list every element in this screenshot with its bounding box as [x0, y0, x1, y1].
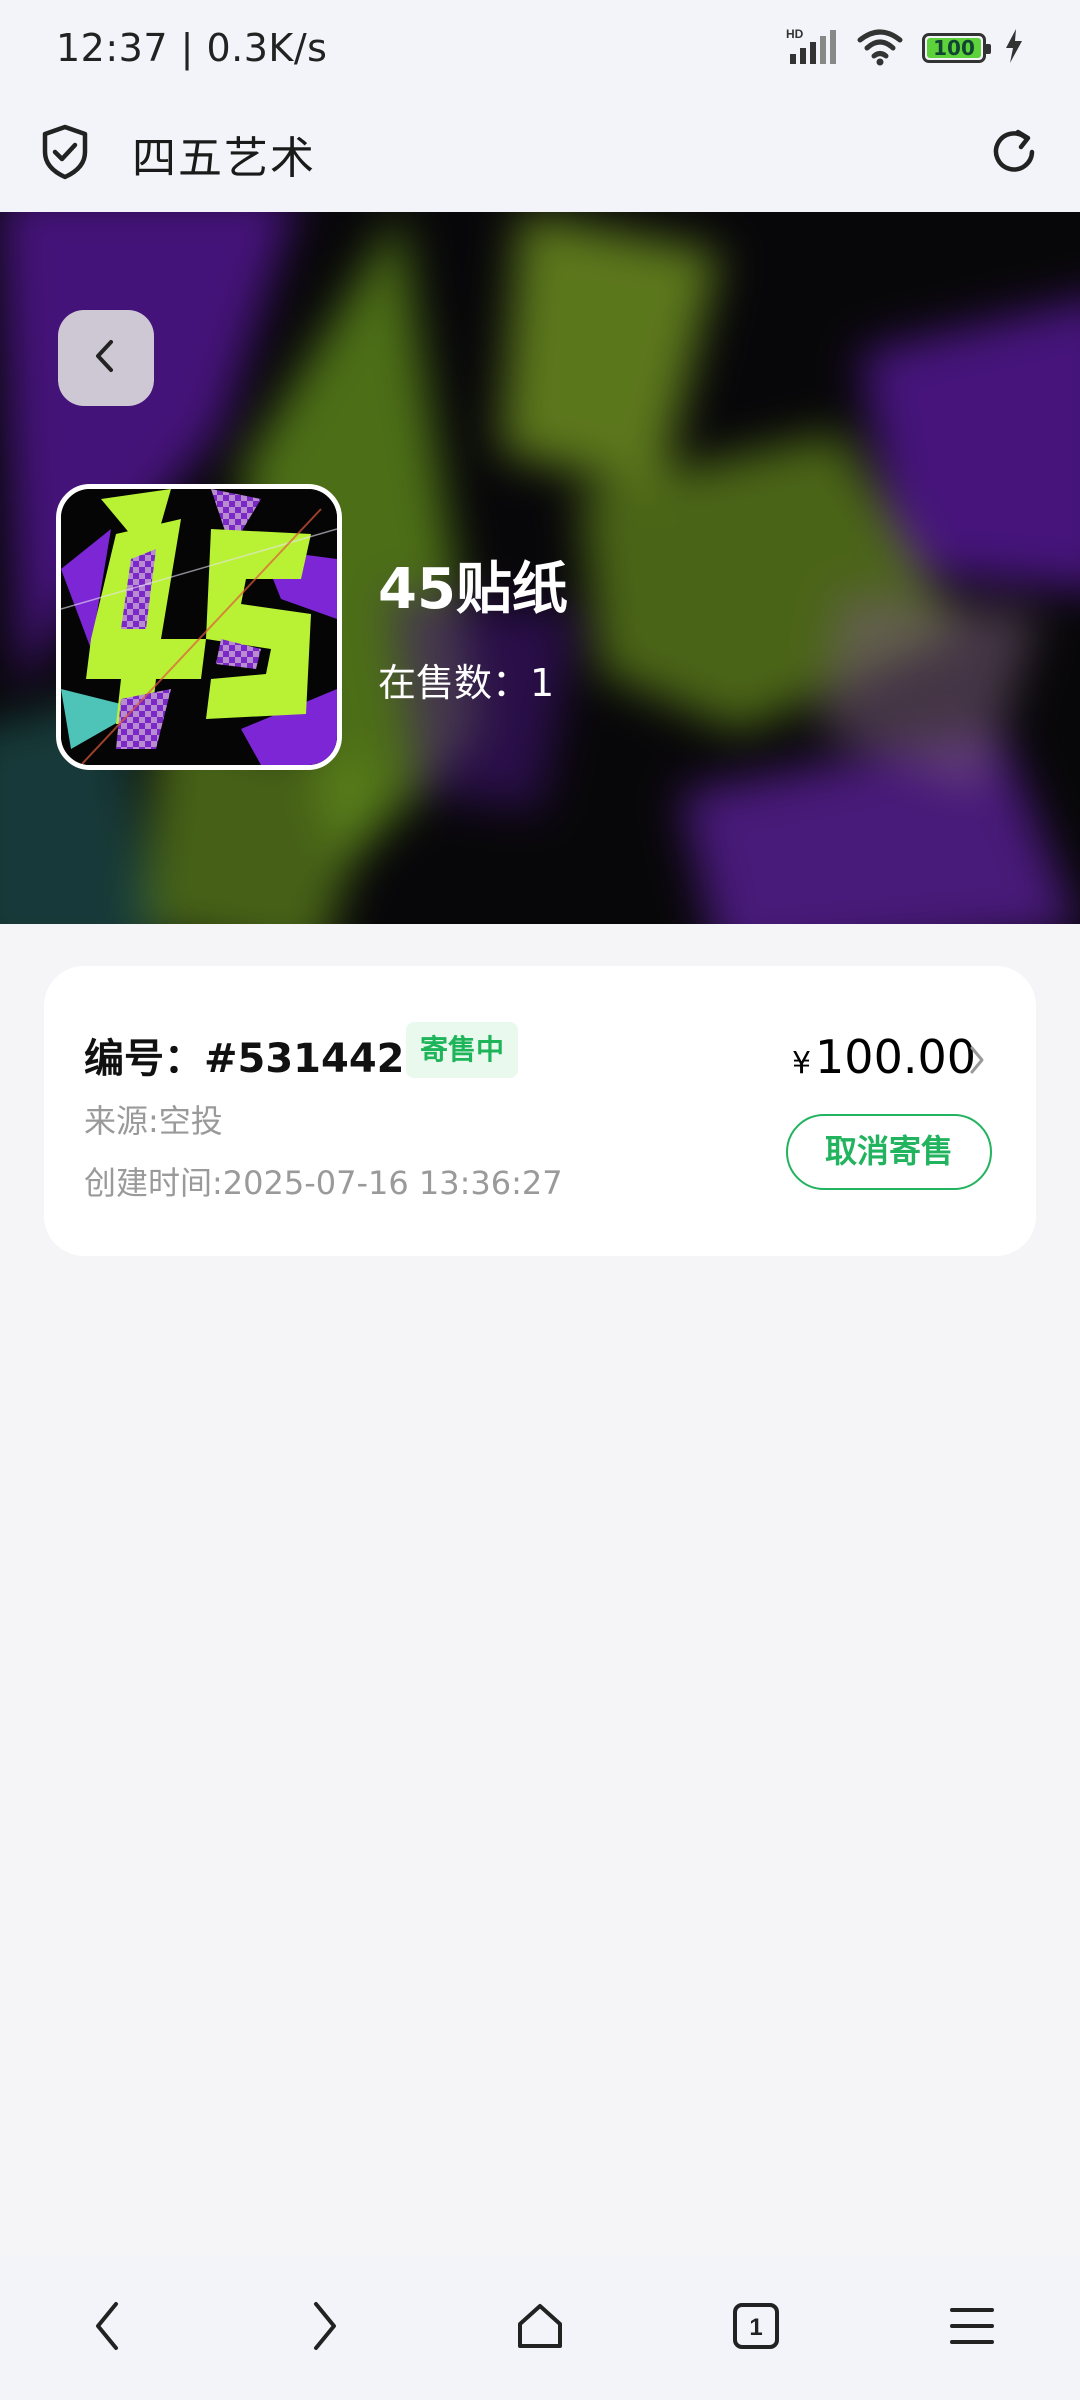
chevron-left-icon — [86, 336, 126, 380]
status-bar: 12:37 | 0.3K/s HD 100 — [0, 0, 1080, 96]
cancel-consignment-button[interactable]: 取消寄售 — [786, 1114, 992, 1190]
nav-tabs-button[interactable]: 1 — [706, 2278, 806, 2378]
page-title: 四五艺术 — [132, 133, 316, 184]
hd-signal-icon: HD — [786, 26, 838, 70]
back-icon — [88, 2298, 128, 2358]
wifi-icon — [856, 26, 904, 70]
bottom-nav: 1 — [0, 2256, 1080, 2400]
charging-icon — [1004, 29, 1024, 67]
nav-back-button[interactable] — [58, 2278, 158, 2378]
listing-id: 编号：#5314426 — [84, 1036, 433, 1082]
status-icons: HD 100 — [786, 26, 1024, 70]
nav-menu-button[interactable] — [922, 2278, 1022, 2378]
price-value: 100.00 — [815, 1030, 976, 1084]
tab-count: 1 — [749, 2314, 762, 2341]
listing-created-time: 创建时间:2025-07-16 13:36:27 — [84, 1164, 563, 1202]
page: 12:37 | 0.3K/s HD 100 四五艺术 45贴纸 在售数：1 编号… — [0, 0, 1080, 2400]
status-time: 12:37 | 0.3K/s — [56, 26, 328, 70]
tabs-icon: 1 — [730, 2300, 782, 2356]
chevron-right-icon[interactable] — [968, 1044, 986, 1080]
forward-icon — [304, 2298, 344, 2358]
home-icon — [514, 2300, 566, 2356]
on-sale-count: 在售数：1 — [378, 661, 555, 705]
listing-card[interactable]: 编号：#5314426 寄售中 来源:空投 创建时间:2025-07-16 13… — [44, 966, 1036, 1256]
battery-icon: 100 — [922, 33, 991, 63]
hero-banner: 45贴纸 在售数：1 — [0, 212, 1080, 924]
nav-forward-button[interactable] — [274, 2278, 374, 2378]
nav-home-button[interactable] — [490, 2278, 590, 2378]
battery-level: 100 — [927, 38, 981, 58]
title-bar: 四五艺术 — [0, 96, 1080, 212]
hd-label: HD — [786, 27, 804, 41]
price[interactable]: ¥100.00 — [792, 1030, 976, 1084]
menu-icon — [948, 2304, 996, 2352]
listing-source: 来源:空投 — [84, 1102, 223, 1140]
price-currency: ¥ — [791, 1046, 812, 1081]
refresh-icon[interactable] — [988, 126, 1040, 182]
collectible-title: 45贴纸 — [378, 557, 568, 622]
collectible-cover-image — [56, 484, 342, 770]
status-badge: 寄售中 — [406, 1022, 519, 1078]
back-button[interactable] — [58, 310, 154, 406]
shield-check-icon[interactable] — [40, 124, 90, 184]
